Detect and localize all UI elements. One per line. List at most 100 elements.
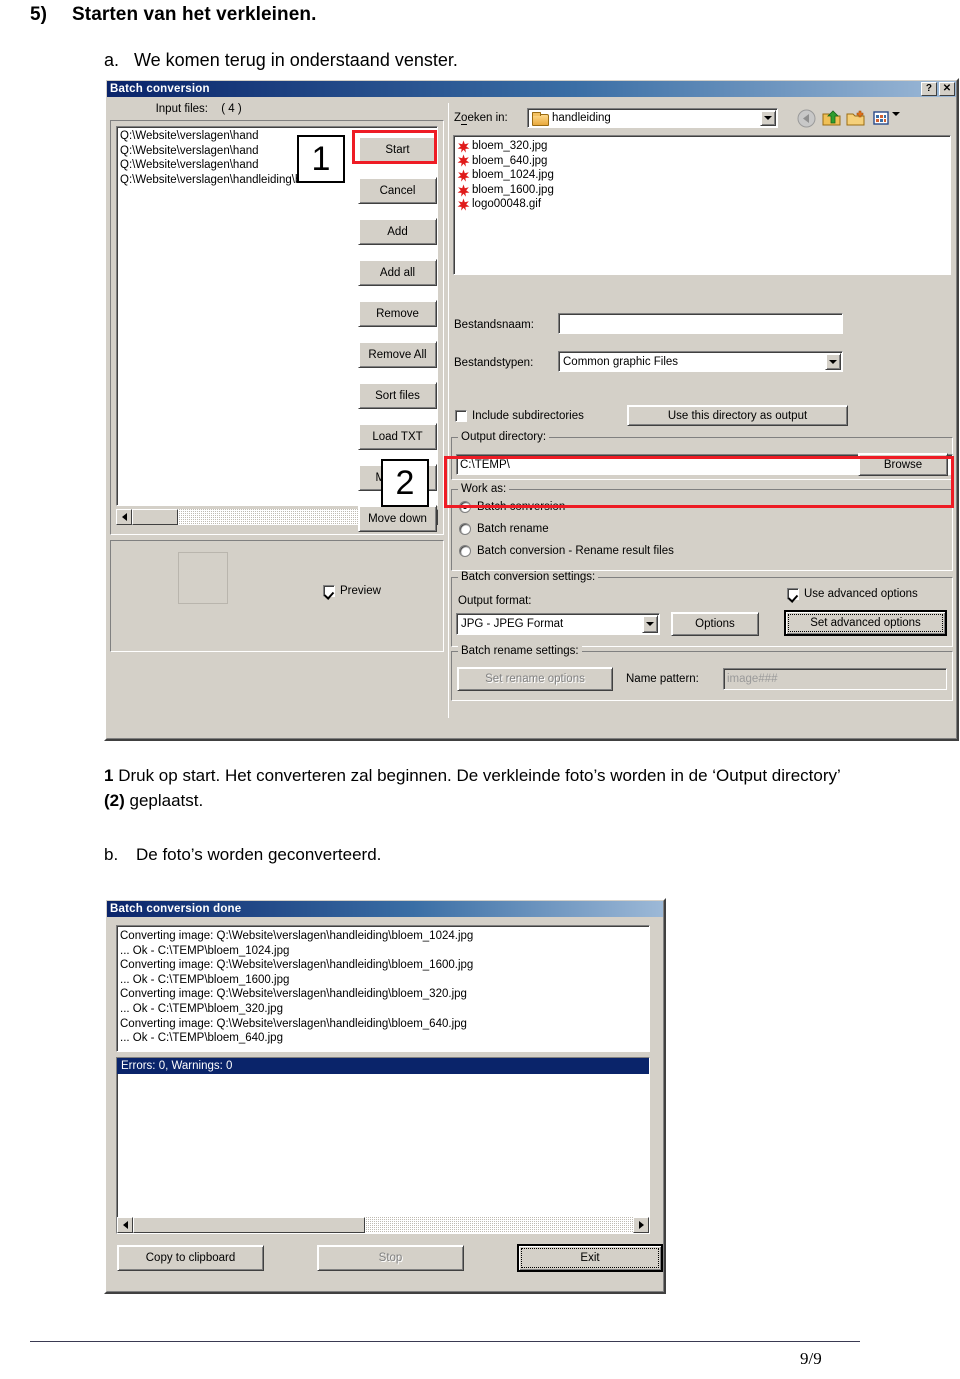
status-list[interactable]: Errors: 0, Warnings: 0 (116, 1057, 650, 1234)
load-txt-button[interactable]: Load TXT (358, 423, 437, 450)
look-in-label: Zoeken in: (454, 112, 508, 125)
scroll-right-icon[interactable] (633, 1217, 649, 1233)
output-format-combo[interactable]: JPG - JPEG Format (456, 613, 660, 635)
options-button[interactable]: Options (671, 612, 759, 636)
exit-button[interactable]: Exit (517, 1244, 663, 1272)
paragraph-marker-2: (2) (104, 791, 125, 810)
log-line: Converting image: Q:\Website\verslagen\h… (120, 930, 474, 942)
add-all-button[interactable]: Add all (358, 259, 437, 286)
page-title: 5) Starten van het verkleinen. (30, 4, 317, 26)
file-name: bloem_1024.jpg (472, 169, 554, 182)
radio-dot[interactable] (459, 501, 471, 513)
log-line: ... Ok - C:\TEMP\bloem_1024.jpg (120, 944, 290, 957)
scroll-track[interactable] (365, 1217, 633, 1233)
radio-batch-rename[interactable]: Batch rename (459, 523, 549, 535)
radio-label: Batch conversion (477, 501, 566, 513)
add-button[interactable]: Add (358, 218, 437, 245)
close-icon[interactable]: ✕ (939, 81, 955, 96)
heading-number: 5) (30, 4, 48, 25)
input-files-count: ( 4 ) (221, 103, 242, 115)
substep-a: a. We komen terug in onderstaand venster. (104, 50, 458, 71)
input-files-label: Input files: (155, 103, 208, 115)
log-line: Converting image: Q:\Website\verslagen\h… (120, 1017, 467, 1030)
view-dropdown-icon[interactable] (892, 112, 900, 128)
view-menu-icon[interactable] (871, 107, 893, 129)
include-subdirectories-label: Include subdirectories (472, 410, 584, 422)
help-icon[interactable]: ? (921, 81, 937, 96)
scroll-left-icon[interactable] (117, 1217, 133, 1233)
include-subdirectories-checkbox[interactable]: Include subdirectories (455, 410, 584, 422)
sort-files-button[interactable]: Sort files (358, 382, 437, 409)
checkbox-box[interactable] (787, 588, 799, 600)
browse-button[interactable]: Browse (858, 453, 948, 476)
done-window-title: Batch conversion done (110, 902, 242, 915)
radio-label: Batch rename (477, 523, 549, 535)
preview-panel: Preview (110, 540, 444, 652)
output-directory-label: Output directory: (458, 431, 550, 443)
stop-button: Stop (317, 1245, 464, 1271)
substep-b-text: De foto’s worden geconverteerd. (136, 845, 382, 864)
substep-b-letter: b. (104, 845, 119, 864)
batch-conversion-done-window: Batch conversion done Converting image: … (104, 898, 666, 1294)
page-number: 9/9 (800, 1349, 822, 1368)
use-directory-as-output-button[interactable]: Use this directory as output (627, 405, 848, 426)
remove-all-button[interactable]: Remove All (358, 341, 437, 368)
paragraph-text-b: geplaatst. (124, 791, 204, 810)
chevron-down-icon[interactable] (825, 353, 841, 370)
filename-input[interactable] (558, 313, 843, 334)
name-pattern-label: Name pattern: (626, 673, 699, 685)
list-item[interactable]: bloem_640.jpg (454, 154, 950, 169)
checkbox-box[interactable] (323, 585, 335, 597)
cancel-button[interactable]: Cancel (358, 177, 437, 204)
back-icon[interactable] (795, 107, 817, 129)
radio-batch-conversion-rename[interactable]: Batch conversion - Rename result files (459, 545, 674, 557)
log-line: ... Ok - C:\TEMP\bloem_640.jpg (120, 1032, 283, 1045)
set-rename-options-button: Set rename options (457, 667, 613, 691)
scroll-left-icon[interactable] (116, 509, 132, 525)
preview-checkbox[interactable]: Preview (323, 585, 381, 597)
preview-label: Preview (340, 585, 381, 597)
chevron-down-icon[interactable] (642, 615, 658, 633)
output-format-label: Output format: (458, 595, 532, 607)
filetype-value[interactable]: Common graphic Files (558, 351, 843, 372)
batch-rename-settings-label: Batch rename settings: (458, 645, 582, 657)
scroll-thumb[interactable] (132, 509, 178, 525)
substep-b: b. De foto’s worden geconverteerd. (104, 845, 381, 865)
move-down-button[interactable]: Move down (358, 505, 437, 532)
output-format-value[interactable]: JPG - JPEG Format (456, 613, 660, 635)
up-one-level-icon[interactable] (820, 107, 842, 129)
paragraph-step-1: 1 Druk op start. Het converteren zal beg… (104, 763, 864, 813)
list-item[interactable]: bloem_1600.jpg (454, 183, 950, 198)
status-badge: Errors: 0, Warnings: 0 (117, 1058, 649, 1074)
conversion-log-list[interactable]: Converting image: Q:\Website\verslagen\h… (116, 925, 650, 1052)
scroll-thumb[interactable] (133, 1217, 365, 1233)
radio-batch-conversion[interactable]: Batch conversion (459, 501, 565, 513)
list-item[interactable]: bloem_1024.jpg (454, 168, 950, 183)
set-advanced-options-button[interactable]: Set advanced options (784, 610, 947, 636)
log-line: Converting image: Q:\Website\verslagen\h… (120, 959, 474, 972)
look-in-combo[interactable]: handleiding (527, 108, 778, 128)
checkbox-box[interactable] (455, 410, 467, 422)
file-name: bloem_1600.jpg (472, 183, 554, 196)
look-in-value: handleiding (552, 112, 611, 124)
status-hscrollbar[interactable] (117, 1217, 649, 1233)
chevron-down-icon[interactable] (760, 110, 776, 126)
file-name: logo00048.gif (472, 198, 542, 211)
log-line: ... Ok - C:\TEMP\bloem_1600.jpg (120, 973, 290, 986)
remove-button[interactable]: Remove (358, 300, 437, 327)
list-item[interactable]: logo00048.gif (454, 197, 950, 212)
radio-dot[interactable] (459, 545, 471, 557)
image-file-icon (457, 140, 470, 153)
copy-to-clipboard-button[interactable]: Copy to clipboard (117, 1245, 264, 1271)
new-folder-icon[interactable] (845, 107, 867, 129)
filetype-combo[interactable]: Common graphic Files (558, 351, 843, 372)
radio-dot[interactable] (459, 523, 471, 535)
radio-label: Batch conversion - Rename result files (477, 545, 674, 557)
list-item[interactable]: bloem_320.jpg (454, 139, 950, 154)
browser-file-list[interactable]: bloem_320.jpg bloem_640.jpg bloem_1024.j… (453, 135, 951, 275)
start-button[interactable]: Start (358, 136, 437, 163)
image-file-icon (457, 169, 470, 182)
batch-conversion-titlebar: Batch conversion ? ✕ (106, 80, 957, 97)
image-file-icon (457, 184, 470, 197)
use-advanced-options-checkbox[interactable]: Use advanced options (787, 588, 918, 600)
